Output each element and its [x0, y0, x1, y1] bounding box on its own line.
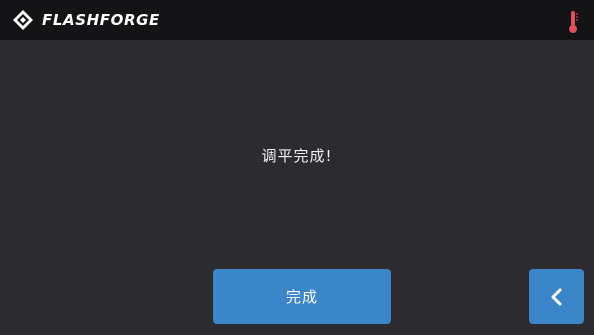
chevron-left-icon — [551, 288, 561, 305]
leveling-complete-screen: FLASHFORGE 调平完成! 完成 — [0, 0, 594, 335]
brand: FLASHFORGE — [12, 9, 160, 31]
top-bar: FLASHFORGE — [0, 0, 594, 40]
status-message: 调平完成! — [261, 147, 333, 165]
thermometer-icon[interactable] — [566, 10, 580, 34]
brand-name: FLASHFORGE — [42, 11, 160, 29]
flashforge-logo-icon — [13, 10, 33, 30]
back-button[interactable] — [529, 269, 584, 324]
done-button-label: 完成 — [285, 288, 318, 306]
done-button[interactable]: 完成 — [213, 269, 391, 324]
